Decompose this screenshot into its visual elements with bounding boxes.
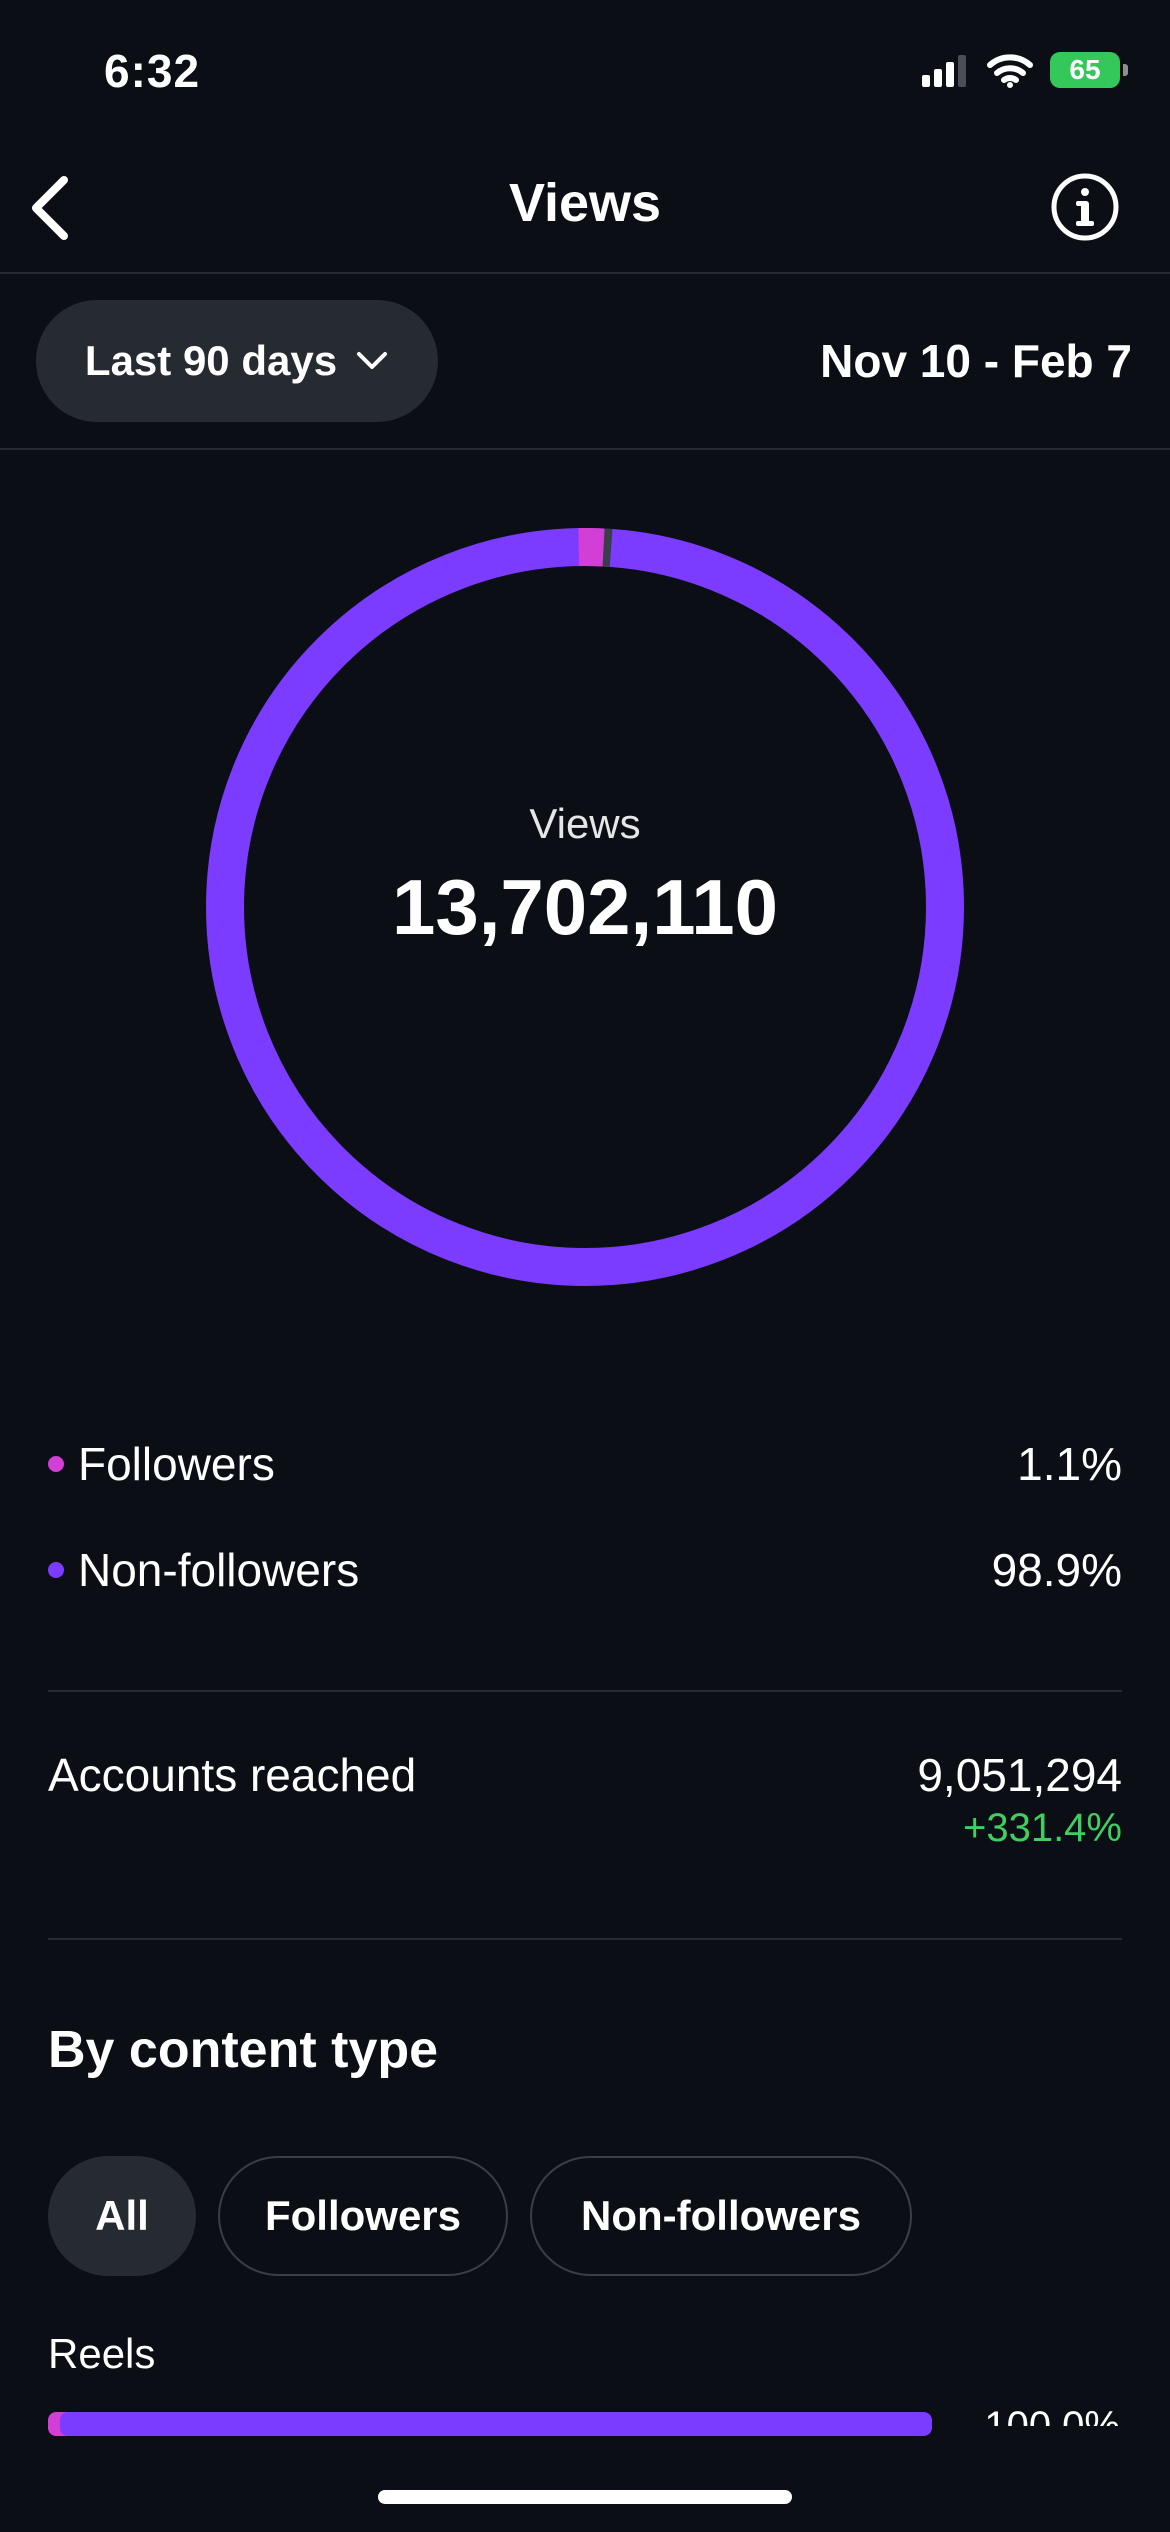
filter-chip-all-label: All <box>95 2192 149 2239</box>
reels-bar-track <box>48 2412 932 2436</box>
filter-divider <box>0 448 1170 450</box>
accounts-reached-change: +331.4% <box>962 1806 1122 1850</box>
accounts-divider <box>48 1938 1122 1940</box>
legend-value-followers: 1.1% <box>1017 1438 1122 1490</box>
content-type-reels-label: Reels <box>48 2330 156 2377</box>
filter-chip-non-followers-label: Non-followers <box>581 2192 861 2239</box>
legend-label-non-followers: Non-followers <box>78 1544 360 1596</box>
legend-divider <box>48 1690 1122 1692</box>
signal-icon <box>922 55 966 87</box>
accounts-reached-value: 9,051,294 <box>917 1749 1122 1801</box>
home-indicator <box>378 2490 792 2504</box>
donut-center-value: 13,702,110 <box>391 863 779 951</box>
legend-label-followers: Followers <box>78 1438 275 1490</box>
date-range-text: Nov 10 - Feb 7 <box>820 335 1132 387</box>
wifi-icon <box>987 54 1033 88</box>
accounts-reached-label: Accounts reached <box>48 1749 417 1801</box>
legend-dot-non-followers <box>48 1562 64 1578</box>
status-icons: 65 <box>922 52 1128 88</box>
donut-center-label: Views <box>529 800 641 847</box>
page-title: Views <box>508 173 662 233</box>
section-title-content-type: By content type <box>48 2021 439 2079</box>
header-divider <box>0 272 1170 274</box>
legend-dot-followers <box>48 1456 64 1472</box>
filter-chip-followers[interactable]: Followers <box>218 2156 508 2276</box>
legend-row-non-followers: Non-followers 98.9% <box>48 1540 1122 1600</box>
info-icon <box>1051 173 1119 241</box>
date-range-selector[interactable]: Last 90 days <box>36 300 438 422</box>
chevron-down-icon <box>357 352 388 369</box>
legend-value-non-followers: 98.9% <box>991 1544 1122 1596</box>
battery-level: 65 <box>1069 54 1101 85</box>
filter-chip-followers-label: Followers <box>264 2192 462 2239</box>
filter-chip-non-followers[interactable]: Non-followers <box>530 2156 912 2276</box>
reels-bar-value: 100.0% <box>984 2404 1120 2426</box>
filter-chip-all[interactable]: All <box>48 2156 196 2276</box>
status-time: 6:32 <box>104 45 201 97</box>
legend-row-followers: Followers 1.1% <box>48 1434 1122 1494</box>
info-button[interactable] <box>1050 172 1120 242</box>
battery-icon: 65 <box>1050 52 1128 88</box>
accounts-reached-row: Accounts reached 9,051,294 +331.4% <box>48 1748 1122 1851</box>
reels-bar-fill <box>48 2412 932 2436</box>
date-range-selector-label: Last 90 days <box>84 337 338 384</box>
